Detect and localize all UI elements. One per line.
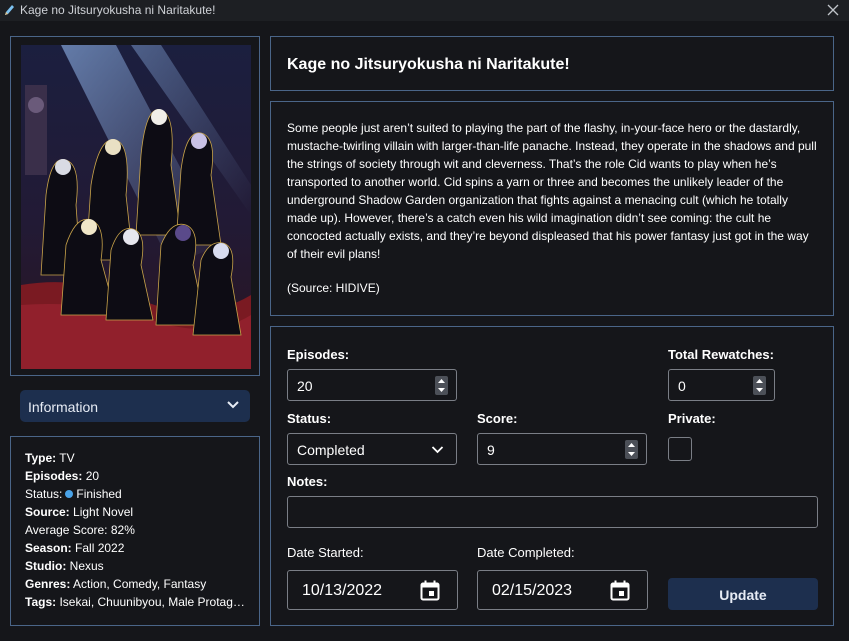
update-button-label: Update	[719, 587, 767, 603]
info-type: Type: TV	[25, 451, 75, 465]
info-tags: Tags: Isekai, Chuunibyou, Male Protagoni…	[25, 595, 249, 609]
status-select[interactable]: Completed	[287, 433, 457, 465]
information-dropdown[interactable]: Information	[20, 390, 250, 422]
score-input[interactable]: 9	[477, 433, 647, 465]
info-episodes: Episodes: 20	[25, 469, 100, 483]
arrow-down-icon	[756, 388, 763, 392]
arrow-down-icon	[438, 388, 445, 392]
episodes-input[interactable]: 20	[287, 369, 457, 401]
total-rewatches-label: Total Rewatches:	[668, 347, 774, 362]
title-bar: Kage no Jitsuryokusha ni Naritakute!	[0, 0, 849, 21]
score-label: Score:	[477, 411, 518, 426]
arrow-up-icon	[438, 379, 445, 383]
chevron-down-icon	[431, 446, 444, 454]
date-completed-label: Date Completed:	[477, 545, 575, 560]
private-label: Private:	[668, 411, 716, 426]
update-button[interactable]: Update	[668, 578, 818, 610]
notes-label: Notes:	[287, 474, 328, 489]
notes-input[interactable]	[287, 496, 818, 528]
information-dropdown-label: Information	[28, 399, 99, 415]
info-average-score: Average Score: 82%	[25, 523, 135, 537]
window-title: Kage no Jitsuryokusha ni Naritakute!	[20, 3, 216, 17]
rewatches-stepper[interactable]	[753, 376, 766, 395]
arrow-down-icon	[628, 452, 635, 456]
chevron-down-icon	[227, 401, 239, 409]
private-checkbox[interactable]	[668, 437, 692, 461]
cover-panel	[10, 36, 260, 376]
close-icon[interactable]	[825, 2, 841, 18]
status-dot-icon	[65, 490, 74, 498]
anime-title: Kage no Jitsuryokusha ni Naritakute!	[287, 56, 570, 73]
synopsis-source: (Source: HIDIVE)	[287, 281, 380, 295]
info-source: Source: Light Novel	[25, 505, 134, 519]
calendar-icon[interactable]	[610, 580, 630, 601]
synopsis-panel: Some people just aren’t suited to playin…	[270, 101, 834, 316]
anime-cover-image	[21, 45, 251, 369]
status-label: Status:	[287, 411, 332, 426]
episodes-stepper[interactable]	[435, 376, 448, 395]
episodes-label: Episodes:	[287, 347, 350, 362]
synopsis-text: Some people just aren’t suited to playin…	[287, 121, 817, 261]
arrow-up-icon	[628, 443, 635, 447]
date-completed-input[interactable]: 02/15/2023	[477, 570, 648, 610]
information-panel: Type: TV Episodes: 20 Status: Finished So…	[10, 436, 260, 626]
calendar-icon[interactable]	[420, 580, 440, 601]
total-rewatches-input[interactable]: 0	[668, 369, 775, 401]
info-studio: Studio: Nexus	[25, 559, 104, 573]
pencil-icon	[5, 5, 14, 15]
info-season: Season: Fall 2022	[25, 541, 125, 555]
score-stepper[interactable]	[625, 440, 638, 459]
info-status: Status: Finished	[25, 487, 122, 501]
list-entry-form: Episodes: 20 Total Rewatches: 0 Status: …	[270, 326, 834, 626]
arrow-up-icon	[756, 379, 763, 383]
date-started-input[interactable]: 10/13/2022	[287, 570, 458, 610]
date-started-label: Date Started:	[287, 545, 364, 560]
title-panel: Kage no Jitsuryokusha ni Naritakute!	[270, 36, 834, 91]
info-genres: Genres: Action, Comedy, Fantasy	[25, 577, 207, 591]
